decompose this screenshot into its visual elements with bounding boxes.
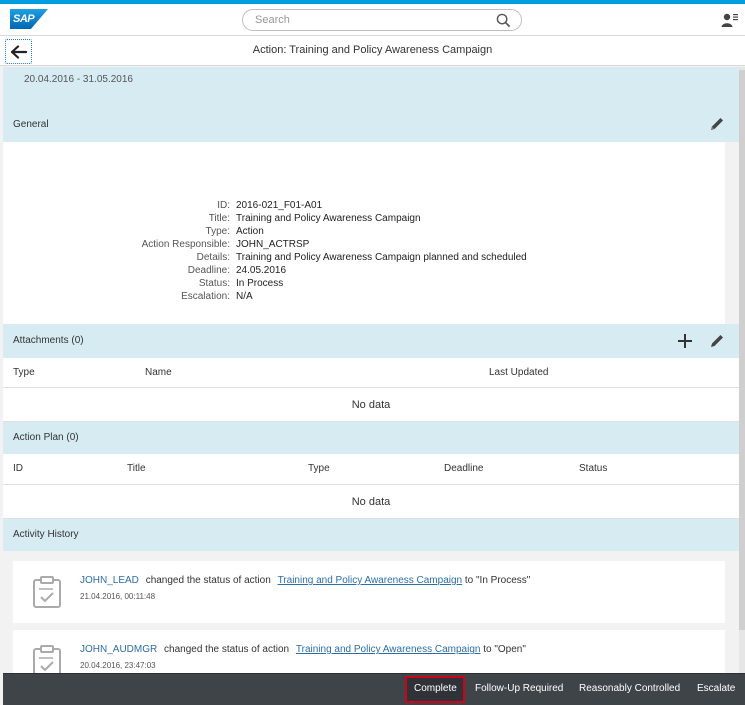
follow-up-required-button[interactable]: Follow-Up Required <box>475 683 563 694</box>
user-menu-icon[interactable] <box>721 12 739 30</box>
scrollbar-thumb[interactable] <box>739 70 745 630</box>
escalate-button[interactable]: Escalate <box>697 683 735 694</box>
column-type[interactable]: Type <box>13 367 35 378</box>
reasonably-controlled-button[interactable]: Reasonably Controlled <box>579 683 680 694</box>
activity-user-link[interactable]: JOHN_AUDMGR <box>80 644 157 655</box>
activity-description: changed the status of action <box>164 644 290 655</box>
action-plan-no-data: No data <box>3 485 739 519</box>
clipboard-check-icon <box>33 576 61 608</box>
activity-history-section-header: Activity History <box>3 519 739 551</box>
field-value: Action <box>236 226 264 237</box>
complete-button[interactable]: Complete <box>414 683 457 694</box>
activity-entry: JOHN_AUDMGR changed the status of action… <box>13 630 725 673</box>
add-attachment-icon[interactable] <box>677 333 693 349</box>
activity-suffix: to "Open" <box>483 644 526 655</box>
search-placeholder: Search <box>255 14 290 26</box>
field-value: 2016-021_F01-A01 <box>236 200 323 211</box>
edit-attachments-icon[interactable] <box>709 333 725 349</box>
general-section-label: General <box>13 119 49 130</box>
field-value: In Process <box>236 278 284 289</box>
search-icon[interactable] <box>496 13 511 28</box>
activity-history-section-label: Activity History <box>13 529 79 540</box>
activity-description: changed the status of action <box>145 575 271 586</box>
attachments-section-label: Attachments (0) <box>13 335 84 346</box>
page-header: Action: Training and Policy Awareness Ca… <box>0 36 745 66</box>
activity-timestamp: 21.04.2016, 00:11:48 <box>80 592 156 601</box>
field-value: 24.05.2016 <box>236 265 287 276</box>
column-title[interactable]: Title <box>127 463 146 474</box>
field-label: Title: <box>208 213 230 224</box>
column-deadline[interactable]: Deadline <box>444 463 483 474</box>
column-status[interactable]: Status <box>579 463 607 474</box>
field-label: Deadline: <box>187 265 230 276</box>
search-field[interactable]: Search <box>242 9 522 31</box>
field-value: Training and Policy Awareness Campaign p… <box>236 252 527 263</box>
column-name[interactable]: Name <box>145 367 172 378</box>
activity-entry: JOHN_LEAD changed the status of action T… <box>13 561 725 623</box>
action-plan-section-header: Action Plan (0) <box>3 422 739 454</box>
action-plan-section-label: Action Plan (0) <box>13 432 79 443</box>
attachments-section-header: Attachments (0) <box>3 324 739 358</box>
activity-suffix: to "In Process" <box>464 575 531 586</box>
field-label: Action Responsible: <box>141 239 230 250</box>
field-label: Status: <box>198 278 230 289</box>
column-type[interactable]: Type <box>308 463 330 474</box>
activity-timestamp: 20.04.2016, 23:47:03 <box>80 661 156 670</box>
general-section-header: General <box>3 107 739 142</box>
activity-object-link[interactable]: Training and Policy Awareness Campaign <box>278 575 463 586</box>
attachments-no-data: No data <box>3 388 739 422</box>
clipboard-check-icon <box>33 645 61 673</box>
field-label: Escalation: <box>181 291 230 302</box>
page-title: Action: Training and Policy Awareness Ca… <box>252 44 493 56</box>
column-id[interactable]: ID <box>13 463 23 474</box>
date-range: 20.04.2016 - 31.05.2016 <box>24 74 133 85</box>
field-label: Type: <box>205 226 230 237</box>
activity-user-link[interactable]: JOHN_LEAD <box>80 575 139 586</box>
activity-text: JOHN_LEAD changed the status of action T… <box>80 575 530 586</box>
attachments-table-header: Type Name Last Updated <box>3 358 739 388</box>
field-value: JOHN_ACTRSP <box>236 239 310 250</box>
activity-object-link[interactable]: Training and Policy Awareness Campaign <box>296 644 481 655</box>
field-value: N/A <box>236 291 253 302</box>
edit-general-icon[interactable] <box>709 116 725 132</box>
action-plan-table-header: ID Title Type Deadline Status <box>3 454 739 485</box>
object-page-content[interactable]: 20.04.2016 - 31.05.2016 General ID: 2016… <box>3 67 739 673</box>
sap-logo[interactable]: SAP <box>10 9 48 29</box>
field-label: Details: <box>196 252 230 263</box>
field-value: Training and Policy Awareness Campaign <box>236 213 421 224</box>
footer-toolbar: Complete Follow-Up Required Reasonably C… <box>3 673 745 705</box>
column-last-updated[interactable]: Last Updated <box>489 367 549 378</box>
activity-text: JOHN_AUDMGR changed the status of action… <box>80 644 526 655</box>
field-label: ID: <box>217 200 230 211</box>
shell-bar: SAP Search <box>0 4 745 36</box>
date-range-header: 20.04.2016 - 31.05.2016 <box>3 67 739 107</box>
